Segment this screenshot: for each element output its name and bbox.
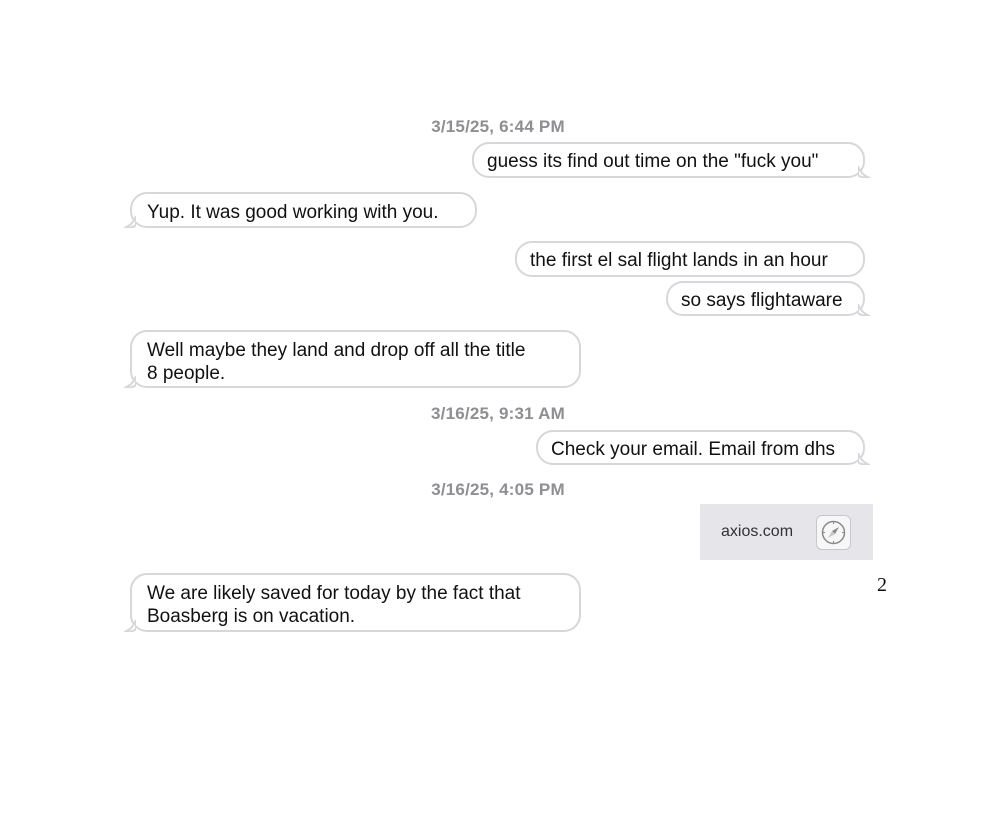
message-text: Well maybe they land and drop off all th…	[147, 340, 526, 384]
compass-icon	[816, 515, 851, 550]
message-text: Yup. It was good working with you.	[147, 202, 439, 223]
incoming-message-bubble[interactable]: Yup. It was good working with you.	[130, 192, 477, 228]
timestamp: 3/16/25, 9:31 AM	[431, 404, 565, 423]
outgoing-bubble-tail	[858, 304, 870, 316]
outgoing-message-bubble[interactable]: Check your email. Email from dhs	[536, 430, 865, 465]
message-text: so says flightaware	[681, 290, 843, 311]
message-text: We are likely saved for today by the fac…	[147, 583, 521, 627]
incoming-bubble-tail	[124, 216, 136, 228]
link-preview-card[interactable]: axios.com	[700, 504, 873, 560]
outgoing-message-bubble[interactable]: the first el sal flight lands in an hour	[515, 241, 865, 277]
compass-icon-graphic	[821, 520, 846, 545]
timestamp: 3/16/25, 4:05 PM	[431, 480, 565, 499]
message-text: Check your email. Email from dhs	[551, 439, 836, 460]
page-number: 2	[877, 574, 887, 596]
outgoing-message-bubble[interactable]: guess its find out time on the "fuck you…	[472, 142, 865, 178]
outgoing-bubble-tail	[858, 453, 870, 465]
incoming-bubble-tail	[124, 620, 136, 632]
outgoing-bubble-tail	[858, 166, 870, 178]
link-domain: axios.com	[721, 523, 794, 540]
message-text: guess its find out time on the "fuck you…	[487, 151, 819, 172]
timestamp: 3/15/25, 6:44 PM	[431, 117, 565, 136]
message-text: the first el sal flight lands in an hour	[530, 250, 828, 271]
incoming-bubble-tail	[124, 376, 136, 388]
incoming-message-bubble[interactable]: Well maybe they land and drop off all th…	[130, 330, 581, 388]
incoming-message-bubble[interactable]: We are likely saved for today by the fac…	[130, 573, 581, 632]
outgoing-message-bubble[interactable]: so says flightaware	[666, 281, 865, 316]
